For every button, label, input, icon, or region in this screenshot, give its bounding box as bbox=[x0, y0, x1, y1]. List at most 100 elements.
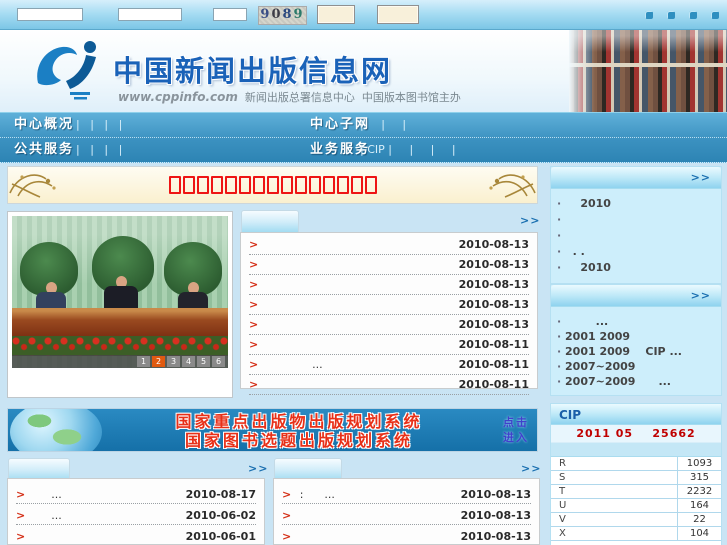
promo-enter-link[interactable]: 点击 进入 bbox=[503, 415, 529, 445]
news-item[interactable]: 2010-08-13 bbox=[282, 506, 531, 525]
missing-glyph-box bbox=[210, 176, 223, 194]
cip-count: 315 bbox=[689, 472, 710, 483]
flower-row bbox=[12, 336, 228, 356]
person-figure bbox=[34, 282, 68, 310]
cip-count: 2232 bbox=[686, 486, 713, 497]
sidebar-list-item[interactable]: 2001 2009 CIP ... bbox=[557, 344, 715, 359]
cip-category: R bbox=[551, 457, 678, 470]
news-item[interactable]: ... 2010-08-11 bbox=[249, 355, 529, 375]
missing-glyph-box bbox=[224, 176, 237, 194]
sidebar-list-item[interactable]: 2001 2009 bbox=[557, 329, 715, 344]
news-date: 2010-08-13 bbox=[458, 278, 529, 291]
news-tab[interactable] bbox=[241, 210, 299, 232]
arrow-bullet-icon bbox=[282, 530, 291, 543]
announcement-text-placeholder[interactable] bbox=[64, 176, 481, 194]
slideshow-page[interactable]: 1 bbox=[137, 356, 150, 367]
sidebar-panel-1-more-link[interactable]: >> bbox=[691, 171, 711, 184]
slideshow-page[interactable]: 3 bbox=[167, 356, 180, 367]
news-title[interactable]: ... bbox=[30, 488, 185, 501]
site-title: 中国新闻出版信息网 bbox=[113, 54, 393, 88]
sidebar-panel-2-more-link[interactable]: >> bbox=[691, 289, 711, 302]
cip-category: S bbox=[551, 471, 678, 484]
news-more-link[interactable]: >> bbox=[520, 214, 540, 227]
cip-count: 164 bbox=[689, 500, 710, 511]
news-item[interactable]: 2010-08-13 bbox=[249, 235, 529, 255]
nav-public-service[interactable]: 公共服务 bbox=[14, 138, 74, 162]
missing-glyph-box bbox=[322, 176, 335, 194]
sidebar-list-item[interactable]: 2007~2009 bbox=[557, 359, 715, 374]
missing-glyph-box bbox=[336, 176, 349, 194]
floral-ornament-left-icon bbox=[9, 174, 56, 198]
nav-row-2: 公共服务 | | | | 业务服务 | CIP | | | | bbox=[0, 138, 727, 163]
nav-business-links[interactable]: | CIP | | | | bbox=[360, 138, 456, 162]
news-title[interactable]: ... bbox=[263, 358, 458, 371]
bottom-mid-more-link[interactable]: >> bbox=[521, 462, 541, 475]
news-item[interactable]: 2010-08-13 bbox=[249, 255, 529, 275]
slideshow-page[interactable]: 2 bbox=[152, 356, 165, 367]
sidebar-list-item[interactable] bbox=[557, 228, 715, 244]
person-figure bbox=[176, 282, 210, 310]
news-title[interactable]: ... bbox=[30, 509, 185, 522]
sidebar-panel-2: >> ...2001 20092001 2009 CIP ...2007~200… bbox=[550, 284, 722, 396]
bottom-left-tab[interactable] bbox=[8, 458, 70, 480]
slideshow-photo[interactable]: 123456 bbox=[12, 216, 228, 368]
news-item[interactable]: 2010-08-13 bbox=[282, 527, 531, 545]
sidebar-list-item[interactable]: ... bbox=[557, 314, 715, 329]
nav-overview-links[interactable]: | | | | bbox=[76, 113, 122, 137]
news-date: 2010-08-13 bbox=[460, 529, 531, 543]
topbar-link-icon[interactable] bbox=[667, 11, 675, 19]
site-header: 中国新闻出版信息网 www.cppinfo.com 新闻出版总署信息中心 中国版… bbox=[0, 30, 727, 112]
missing-glyph-box bbox=[364, 176, 377, 194]
cip-table-header bbox=[551, 442, 721, 457]
topbar-button-2[interactable] bbox=[377, 5, 419, 24]
topbar-button-1[interactable] bbox=[317, 5, 355, 24]
sidebar-list-item[interactable]: 2010 bbox=[557, 260, 715, 276]
slideshow-page[interactable]: 5 bbox=[197, 356, 210, 367]
bookshelf-photo bbox=[569, 30, 727, 112]
bottom-left-more-link[interactable]: >> bbox=[248, 462, 268, 475]
news-item[interactable]: 2010-08-11 bbox=[249, 375, 529, 395]
nav-subnet-links[interactable]: | | | bbox=[360, 113, 406, 137]
topbar-link-icon[interactable] bbox=[689, 11, 697, 19]
sidebar-list-item[interactable]: 2007~2009 ... bbox=[557, 374, 715, 389]
topbar-link-icon[interactable] bbox=[645, 11, 653, 19]
photo-slideshow-panel: 123456 bbox=[7, 211, 233, 398]
news-list: 2010-08-13 2010-08-13 2010-08-13 2010-08… bbox=[240, 232, 538, 395]
news-item[interactable]: ... 2010-08-17 bbox=[16, 485, 256, 504]
news-date: 2010-08-11 bbox=[458, 338, 529, 351]
nav-center-overview[interactable]: 中心概况 bbox=[14, 113, 74, 137]
announcement-banner[interactable] bbox=[7, 166, 538, 204]
news-item[interactable]: 2010-08-13 bbox=[249, 315, 529, 335]
nav-public-links[interactable]: | | | | bbox=[76, 138, 122, 162]
news-date: 2010-08-17 bbox=[185, 487, 256, 501]
sidebar-list-item[interactable] bbox=[557, 212, 715, 228]
news-item[interactable]: : ... 2010-08-13 bbox=[282, 485, 531, 504]
promo-banner[interactable]: 国家重点出版物出版规划系统 国家图书选题出版规划系统 点击 进入 bbox=[7, 408, 538, 452]
slideshow-page[interactable]: 4 bbox=[182, 356, 195, 367]
missing-glyph-box bbox=[196, 176, 209, 194]
sidebar-panel-1-header: >> bbox=[551, 167, 721, 189]
bottom-mid-tab[interactable] bbox=[274, 458, 342, 480]
topbar-input-3[interactable] bbox=[213, 8, 247, 21]
topbar-input-1[interactable] bbox=[17, 8, 83, 21]
news-date: 2010-08-13 bbox=[458, 318, 529, 331]
sidebar-list-item[interactable]: . . bbox=[557, 244, 715, 260]
site-logo-icon bbox=[37, 41, 96, 100]
sidebar-list-item[interactable]: 2010 bbox=[557, 196, 715, 212]
news-title[interactable]: : ... bbox=[296, 488, 460, 501]
page: 9089 中国新闻出版信息网 www.cppinfo.com 新闻出版总署信息中… bbox=[0, 0, 727, 545]
topbar-link-icon[interactable] bbox=[711, 11, 719, 19]
news-item[interactable]: ... 2010-06-02 bbox=[16, 506, 256, 525]
cip-panel-title: CIP bbox=[559, 408, 582, 422]
news-item[interactable]: 2010-06-01 bbox=[16, 527, 256, 545]
promo-line-1: 国家重点出版物出版规划系统 bbox=[175, 412, 423, 431]
news-item[interactable]: 2010-08-13 bbox=[249, 275, 529, 295]
arrow-bullet-icon bbox=[16, 530, 25, 543]
topbar-input-2[interactable] bbox=[118, 8, 182, 21]
news-item[interactable]: 2010-08-11 bbox=[249, 335, 529, 355]
captcha-image: 9089 bbox=[258, 6, 307, 25]
news-item[interactable]: 2010-08-13 bbox=[249, 295, 529, 315]
arrow-bullet-icon bbox=[249, 238, 258, 251]
missing-glyph-box bbox=[308, 176, 321, 194]
slideshow-page[interactable]: 6 bbox=[212, 356, 225, 367]
